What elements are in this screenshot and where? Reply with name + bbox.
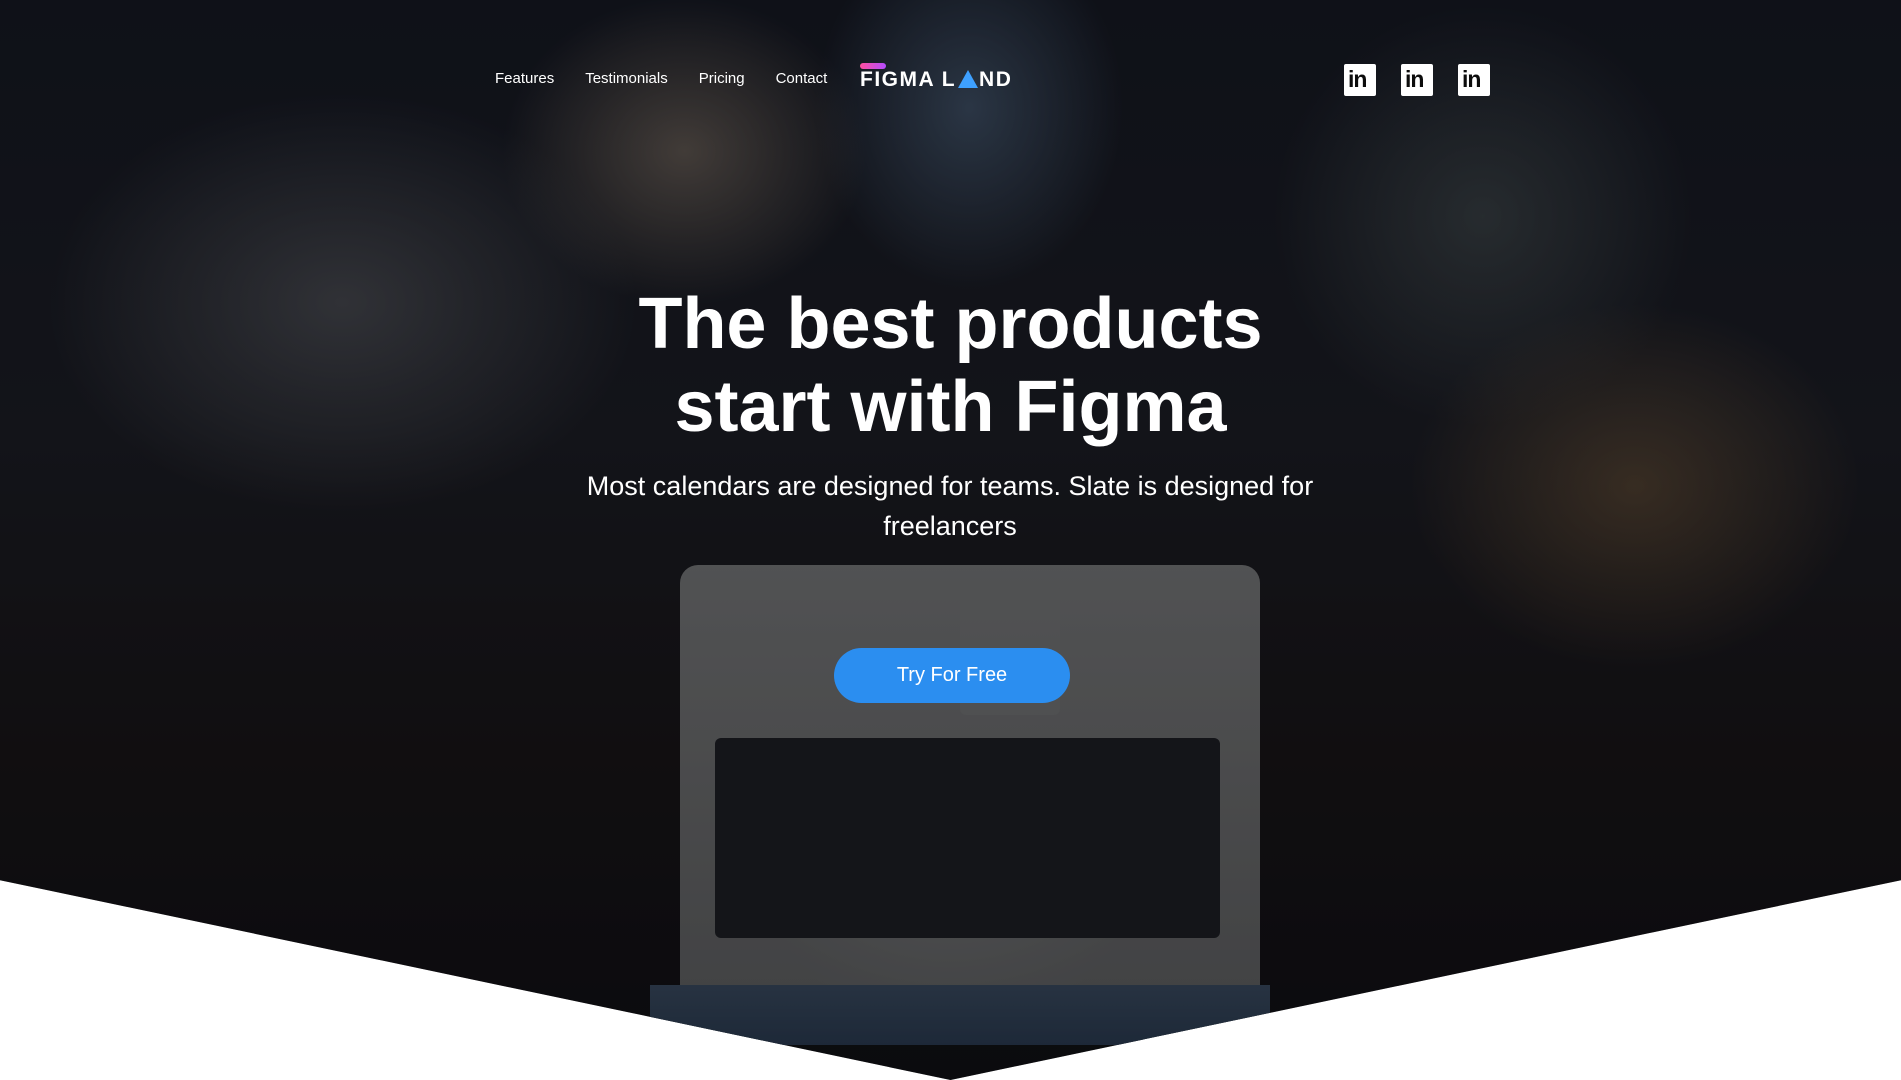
- try-for-free-button[interactable]: Try For Free: [834, 648, 1070, 703]
- figma-land-logo[interactable]: FIGMA L ND: [860, 62, 1012, 98]
- nav-link-testimonials[interactable]: Testimonials: [585, 70, 668, 87]
- hero-title-line1: The best products: [638, 284, 1263, 364]
- hero-section: Features Testimonials Pricing Contact FI…: [0, 0, 1901, 1080]
- social-links: in in in: [1344, 64, 1490, 96]
- logo-text-part2: ND: [979, 68, 1013, 91]
- nav-link-contact[interactable]: Contact: [776, 70, 828, 87]
- hero-title-line2: start with Figma: [674, 367, 1227, 447]
- main-nav: Features Testimonials Pricing Contact: [495, 70, 858, 87]
- linkedin-icon[interactable]: in: [1401, 64, 1433, 96]
- linkedin-icon[interactable]: in: [1458, 64, 1490, 96]
- nav-link-pricing[interactable]: Pricing: [699, 70, 745, 87]
- nav-link-features[interactable]: Features: [495, 70, 554, 87]
- logo-accent-bar: [860, 63, 886, 69]
- hero-title: The best products start with Figma: [0, 283, 1901, 449]
- logo-triangle-icon: [958, 70, 979, 88]
- logo-text-part1: FIGMA L: [860, 68, 957, 91]
- hero-subtitle: Most calendars are designed for teams. S…: [586, 471, 1314, 541]
- linkedin-icon[interactable]: in: [1344, 64, 1376, 96]
